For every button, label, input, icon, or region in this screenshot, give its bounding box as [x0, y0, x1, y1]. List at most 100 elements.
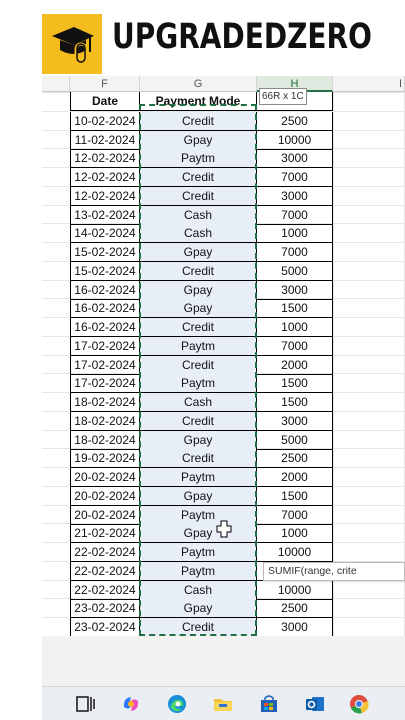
- date-cell[interactable]: 20-02-2024: [70, 468, 140, 487]
- payment-mode-cell[interactable]: Credit: [140, 168, 257, 187]
- date-cell[interactable]: 17-02-2024: [70, 336, 140, 356]
- date-cell[interactable]: 14-02-2024: [70, 224, 140, 244]
- header-date[interactable]: Date: [70, 92, 140, 111]
- amount-cell[interactable]: 2000: [257, 468, 333, 487]
- date-cell[interactable]: 23-02-2024: [70, 618, 140, 636]
- payment-mode-cell[interactable]: Credit: [140, 618, 257, 636]
- payment-mode-cell[interactable]: Paytm: [140, 374, 257, 394]
- payment-mode-cell[interactable]: Paytm: [140, 336, 257, 356]
- date-cell[interactable]: 22-02-2024: [70, 561, 140, 581]
- payment-mode-cell[interactable]: Gpay: [140, 599, 257, 619]
- date-cell[interactable]: 18-02-2024: [70, 393, 140, 412]
- outlook-icon[interactable]: [304, 693, 326, 715]
- payment-mode-cell[interactable]: Cash: [140, 224, 257, 244]
- payment-mode-cell[interactable]: Paytm: [140, 561, 257, 581]
- payment-mode-cell[interactable]: Paytm: [140, 505, 257, 525]
- amount-cell[interactable]: 3000: [257, 618, 333, 636]
- header-payment-mode[interactable]: Payment Mode: [140, 92, 257, 111]
- date-cell[interactable]: 21-02-2024: [70, 524, 140, 544]
- payment-mode-cell[interactable]: Cash: [140, 580, 257, 600]
- date-cell[interactable]: 22-02-2024: [70, 543, 140, 562]
- payment-mode-cell[interactable]: Paytm: [140, 543, 257, 562]
- date-cell[interactable]: 13-02-2024: [70, 205, 140, 225]
- date-cell[interactable]: 15-02-2024: [70, 261, 140, 281]
- payment-mode-cell[interactable]: Credit: [140, 186, 257, 206]
- amount-cell[interactable]: 7000: [257, 336, 333, 356]
- column-header-f[interactable]: F: [70, 76, 140, 92]
- amount-cell[interactable]: 7000: [257, 505, 333, 525]
- amount-cell[interactable]: 3000: [257, 411, 333, 431]
- date-cell[interactable]: 11-02-2024: [70, 130, 140, 150]
- date-cell[interactable]: 16-02-2024: [70, 318, 140, 337]
- brand-banner: UPGRADEDZERO: [0, 0, 405, 80]
- amount-cell[interactable]: 7000: [257, 243, 333, 262]
- chrome-icon[interactable]: [348, 693, 370, 715]
- amount-cell[interactable]: 3000: [257, 186, 333, 206]
- column-header-blank[interactable]: [42, 76, 70, 92]
- payment-mode-cell[interactable]: Credit: [140, 318, 257, 337]
- payment-mode-cell[interactable]: Credit: [140, 261, 257, 281]
- amount-cell[interactable]: 1000: [257, 224, 333, 244]
- amount-cell[interactable]: 1000: [257, 524, 333, 544]
- date-cell[interactable]: 18-02-2024: [70, 411, 140, 431]
- store-icon[interactable]: [258, 693, 280, 715]
- amount-cell[interactable]: 1500: [257, 299, 333, 319]
- date-cell[interactable]: 12-02-2024: [70, 168, 140, 187]
- amount-cell[interactable]: 7000: [257, 168, 333, 187]
- column-header-i[interactable]: I: [333, 76, 405, 92]
- date-cell[interactable]: 18-02-2024: [70, 430, 140, 450]
- amount-cell[interactable]: 10000: [257, 543, 333, 562]
- amount-cell[interactable]: 1500: [257, 374, 333, 394]
- payment-mode-cell[interactable]: Gpay: [140, 486, 257, 506]
- amount-cell[interactable]: 10000: [257, 580, 333, 600]
- file-explorer-icon[interactable]: [212, 693, 234, 715]
- payment-mode-cell[interactable]: Credit: [140, 355, 257, 375]
- date-cell[interactable]: 12-02-2024: [70, 149, 140, 169]
- payment-mode-cell[interactable]: Gpay: [140, 130, 257, 150]
- payment-mode-cell[interactable]: Credit: [140, 411, 257, 431]
- amount-cell[interactable]: 10000: [257, 130, 333, 150]
- amount-cell[interactable]: 2500: [257, 599, 333, 619]
- payment-mode-cell[interactable]: Gpay: [140, 243, 257, 262]
- amount-cell[interactable]: 7000: [257, 205, 333, 225]
- logo: [42, 14, 102, 74]
- amount-cell[interactable]: 3000: [257, 280, 333, 300]
- payment-mode-cell[interactable]: Gpay: [140, 280, 257, 300]
- amount-cell[interactable]: 1000: [257, 318, 333, 337]
- copilot-icon[interactable]: [120, 693, 142, 715]
- payment-mode-cell[interactable]: Gpay: [140, 430, 257, 450]
- amount-cell[interactable]: 1500: [257, 393, 333, 412]
- payment-mode-cell[interactable]: Cash: [140, 393, 257, 412]
- edge-icon[interactable]: [166, 693, 188, 715]
- date-cell[interactable]: 16-02-2024: [70, 299, 140, 319]
- payment-mode-cell[interactable]: Gpay: [140, 299, 257, 319]
- date-cell[interactable]: 16-02-2024: [70, 280, 140, 300]
- date-cell[interactable]: 22-02-2024: [70, 580, 140, 600]
- function-hint-tooltip[interactable]: SUMIF(range, crite: [263, 562, 405, 581]
- date-cell[interactable]: 23-02-2024: [70, 599, 140, 619]
- amount-cell[interactable]: 3000: [257, 149, 333, 169]
- date-cell[interactable]: 15-02-2024: [70, 243, 140, 262]
- date-cell[interactable]: 20-02-2024: [70, 505, 140, 525]
- date-cell[interactable]: 17-02-2024: [70, 355, 140, 375]
- payment-mode-cell[interactable]: Paytm: [140, 468, 257, 487]
- task-view-icon[interactable]: [74, 693, 96, 715]
- amount-cell[interactable]: 5000: [257, 261, 333, 281]
- column-header-g[interactable]: G: [140, 76, 257, 92]
- sheet-bottom-area: [42, 636, 405, 686]
- date-cell[interactable]: 19-02-2024: [70, 449, 140, 469]
- amount-cell[interactable]: 5000: [257, 430, 333, 450]
- amount-cell[interactable]: 1500: [257, 486, 333, 506]
- payment-mode-cell[interactable]: Gpay: [140, 524, 257, 544]
- date-cell[interactable]: 12-02-2024: [70, 186, 140, 206]
- amount-cell[interactable]: 2000: [257, 355, 333, 375]
- amount-cell[interactable]: 2500: [257, 111, 333, 131]
- date-cell[interactable]: 10-02-2024: [70, 111, 140, 131]
- date-cell[interactable]: 20-02-2024: [70, 486, 140, 506]
- payment-mode-cell[interactable]: Credit: [140, 449, 257, 469]
- payment-mode-cell[interactable]: Cash: [140, 205, 257, 225]
- date-cell[interactable]: 17-02-2024: [70, 374, 140, 394]
- amount-cell[interactable]: 2500: [257, 449, 333, 469]
- payment-mode-cell[interactable]: Credit: [140, 111, 257, 131]
- payment-mode-cell[interactable]: Paytm: [140, 149, 257, 169]
